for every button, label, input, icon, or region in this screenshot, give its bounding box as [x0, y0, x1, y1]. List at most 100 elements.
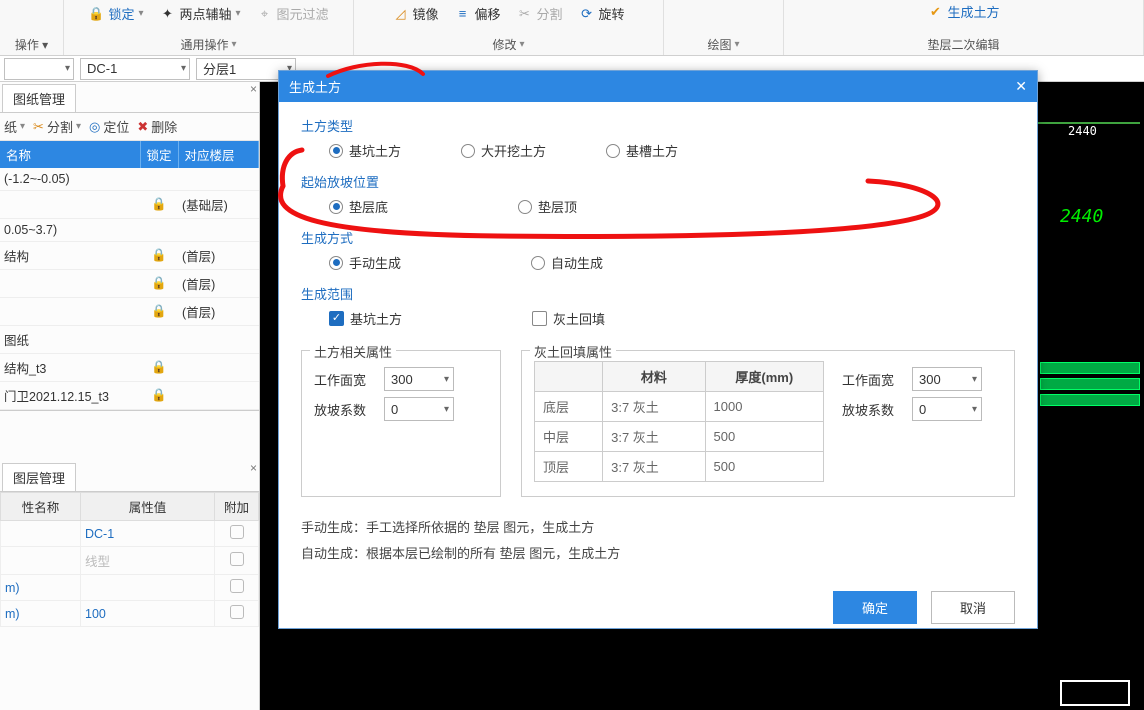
drawing-name: 门卫2021.12.15_t3	[0, 382, 140, 410]
table-row[interactable]: 底层3:7 灰土1000	[535, 392, 824, 422]
prop-extra[interactable]	[215, 521, 259, 547]
lock-icon: 🔒	[88, 6, 104, 22]
table-row[interactable]: 顶层3:7 灰土500	[535, 452, 824, 482]
table-row[interactable]: 结构_t3🔒	[0, 354, 259, 382]
radio-group-mode: 手动生成 自动生成	[329, 253, 1015, 272]
drawing-name: 结构_t3	[0, 354, 140, 382]
floor-cell: (基础层)	[178, 191, 259, 219]
prop-extra[interactable]	[215, 601, 259, 627]
generate-earthwork-button[interactable]: ✔ 生成土方	[927, 2, 999, 21]
dialog-titlebar[interactable]: 生成土方 ✕	[279, 71, 1037, 102]
lock-cell	[140, 326, 178, 354]
section-earthwork-type: 土方类型	[301, 116, 1015, 135]
table-row[interactable]: 线型	[1, 547, 259, 575]
floor-cell: (首层)	[178, 242, 259, 270]
checkbox-option[interactable]: 灰土回填	[532, 309, 605, 328]
mat-cell: 3:7 灰土	[603, 392, 705, 422]
checkbox-option[interactable]: 基坑土方	[329, 309, 402, 328]
two-point-axis-button[interactable]: ✦ 两点辅轴 ▾	[155, 2, 244, 25]
prop-value[interactable]	[81, 575, 215, 601]
col-prop-extra: 附加	[215, 493, 259, 521]
combo-dc[interactable]: DC-1	[80, 58, 190, 80]
prop-extra[interactable]	[215, 547, 259, 575]
left-panel: × 图纸管理 纸▾ ✂分割▾ ◎定位 ✖删除 名称 锁定 对应楼层 (-1.2~…	[0, 82, 260, 710]
mat-col-header: 材料	[603, 362, 705, 392]
col-prop-name: 性名称	[1, 493, 81, 521]
offset-button[interactable]: ≡ 偏移	[450, 2, 504, 25]
tab-drawings[interactable]: 图纸管理	[2, 84, 76, 112]
bf-workface-input[interactable]: 300	[912, 367, 982, 391]
prop-name: m)	[1, 575, 81, 601]
paper-button[interactable]: 纸▾	[4, 117, 25, 136]
drawings-panel: × 图纸管理 纸▾ ✂分割▾ ◎定位 ✖删除 名称 锁定 对应楼层 (-1.2~…	[0, 82, 259, 411]
table-row[interactable]: 🔒(首层)	[0, 270, 259, 298]
white-rect	[1060, 680, 1130, 706]
cancel-button[interactable]: 取消	[931, 591, 1015, 624]
prop-extra[interactable]	[215, 575, 259, 601]
mat-col-header: 厚度(mm)	[705, 362, 823, 392]
split-drawing-button[interactable]: ✂分割▾	[33, 117, 81, 136]
table-row[interactable]: 0.05~3.7)	[0, 219, 259, 242]
locate-button[interactable]: ◎定位	[89, 117, 129, 136]
table-row[interactable]: 图纸	[0, 326, 259, 354]
radio-option[interactable]: 垫层顶	[518, 197, 577, 216]
lock-cell: 🔒	[140, 354, 178, 382]
table-row[interactable]: 门卫2021.12.15_t3🔒	[0, 382, 259, 410]
radio-option[interactable]: 自动生成	[531, 253, 603, 272]
radio-option[interactable]: 手动生成	[329, 253, 401, 272]
table-row[interactable]: 结构🔒(首层)	[0, 242, 259, 270]
bed-edit-label[interactable]: 垫层二次编辑	[927, 36, 999, 55]
tab-layers[interactable]: 图层管理	[2, 463, 76, 491]
mirror-icon: ◿	[392, 6, 408, 22]
close-icon[interactable]: ×	[250, 461, 257, 475]
table-row[interactable]: m)100	[1, 601, 259, 627]
mat-cell: 中层	[535, 422, 603, 452]
lock-label: 锁定	[108, 4, 134, 23]
radio-option[interactable]: 大开挖土方	[461, 141, 546, 160]
dialog-close-button[interactable]: ✕	[1015, 78, 1027, 95]
prop-value[interactable]: DC-1	[81, 521, 215, 547]
delete-button[interactable]: ✖删除	[137, 117, 177, 136]
table-row[interactable]: 中层3:7 灰土500	[535, 422, 824, 452]
table-row[interactable]: 🔒(首层)	[0, 298, 259, 326]
table-row[interactable]: m)	[1, 575, 259, 601]
dialog-title: 生成土方	[289, 77, 341, 96]
combo-empty[interactable]	[4, 58, 74, 80]
radio-option[interactable]: 基槽土方	[606, 141, 678, 160]
workface-input[interactable]: 300	[384, 367, 454, 391]
radio-dot	[329, 256, 343, 270]
generate-earthwork-dialog: 生成土方 ✕ 土方类型 基坑土方大开挖土方基槽土方 起始放坡位置 垫层底垫层顶 …	[278, 70, 1038, 629]
split-button[interactable]: ✂ 分割	[513, 2, 567, 25]
filter-button[interactable]: ⌖ 图元过滤	[253, 2, 333, 25]
bf-slope-coef-input[interactable]: 0	[912, 397, 982, 421]
checkbox	[532, 311, 547, 326]
drawing-name: 图纸	[0, 326, 140, 354]
table-row[interactable]: 🔒(基础层)	[0, 191, 259, 219]
col-lock: 锁定	[140, 141, 178, 168]
table-row[interactable]: (-1.2~-0.05)	[0, 168, 259, 191]
common-ops-group-label[interactable]: 通用操作▾	[180, 36, 236, 55]
target-icon: ◎	[89, 119, 100, 135]
prop-value[interactable]: 线型	[81, 547, 215, 575]
close-icon[interactable]: ×	[250, 82, 257, 96]
ok-button[interactable]: 确定	[833, 591, 917, 624]
fieldset-backfill-props: 灰土回填属性 材料厚度(mm) 底层3:7 灰土1000中层3:7 灰土500顶…	[521, 350, 1015, 497]
rotate-button[interactable]: ⟳ 旋转	[575, 2, 629, 25]
lock-cell: 🔒	[140, 191, 178, 219]
draw-group-label[interactable]: 绘图▾	[707, 36, 739, 55]
radio-option[interactable]: 基坑土方	[329, 141, 401, 160]
radio-label: 自动生成	[551, 253, 603, 272]
mirror-button[interactable]: ◿ 镜像	[388, 2, 442, 25]
table-row[interactable]: DC-1	[1, 521, 259, 547]
split-icon: ✂	[517, 6, 533, 22]
legend-backfill: 灰土回填属性	[530, 342, 616, 361]
drawing-name	[0, 270, 140, 298]
section-slope-position: 起始放坡位置	[301, 172, 1015, 191]
group-ops-dropdown[interactable]: 操作 ▾	[15, 36, 48, 55]
slope-coef-input[interactable]: 0	[384, 397, 454, 421]
lock-button[interactable]: 🔒 锁定 ▾	[84, 2, 147, 25]
col-prop-value: 属性值	[81, 493, 215, 521]
prop-value[interactable]: 100	[81, 601, 215, 627]
radio-option[interactable]: 垫层底	[329, 197, 388, 216]
modify-group-label[interactable]: 修改▾	[492, 36, 524, 55]
